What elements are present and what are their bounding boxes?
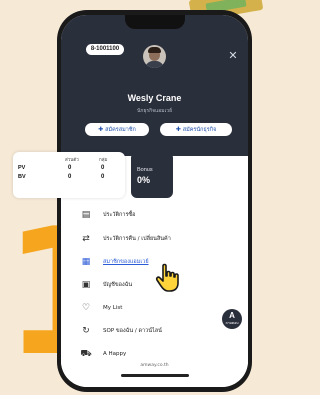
stat-pv-group: 0 <box>101 165 105 171</box>
bonus-value: 0% <box>137 175 151 185</box>
bonus-label: Bonus <box>137 167 153 173</box>
stat-header-group: กลุ่ม <box>99 158 108 163</box>
avatar[interactable] <box>143 45 166 68</box>
list-icon: ♡ <box>81 303 91 313</box>
help-chat-label: ถามตอบ <box>225 321 239 325</box>
account-icon: ▣ <box>81 280 91 290</box>
register-business-button[interactable]: ✚ สมัครนักธุรกิจ <box>160 123 232 136</box>
close-icon[interactable]: ✕ <box>227 50 239 62</box>
stats-card: ส่วนตัว กลุ่ม PV 0 0 BV 0 0 <box>13 152 125 198</box>
stat-pv-personal: 0 <box>68 165 72 171</box>
hand-pointer-icon <box>155 263 179 292</box>
person-add-icon: ✚ <box>98 126 104 133</box>
menu-item-sop[interactable]: ↻ SOP ของฉัน / ดาวน์ไลน์ <box>80 323 230 339</box>
sop-icon: ↻ <box>82 326 90 336</box>
menu-item-return-history[interactable]: ⇄ ประวัติการคืน / เปลี่ยนสินค้า <box>80 231 230 247</box>
exchange-icon: ⇄ <box>82 234 90 244</box>
menu-item-my-list[interactable]: ♡ My List <box>80 300 230 316</box>
menu-item-purchase-history[interactable]: ▤ ประวัติการซื้อ <box>80 207 230 223</box>
member-code-badge: 8-1001100 <box>86 44 124 55</box>
help-chat-button[interactable]: A <box>222 309 242 329</box>
footer-url: amway.co.th <box>140 363 169 368</box>
stat-label-pv: PV <box>18 165 26 171</box>
user-name: Wesly Crane <box>127 93 182 103</box>
phone-notch <box>125 15 185 29</box>
user-role: นักธุรกิจแอมเวย์ <box>136 108 173 114</box>
stat-bv-group: 0 <box>101 174 105 180</box>
members-icon: ▦ <box>81 257 91 267</box>
stat-bv-personal: 0 <box>68 174 72 180</box>
menu-item-a-happy[interactable]: ⛟ A Happy <box>80 346 230 362</box>
bonus-card: Bonus 0% <box>131 152 173 198</box>
receipt-icon: ▤ <box>81 210 91 220</box>
cart-icon: ⛟ <box>80 349 92 359</box>
person-add-icon: ✚ <box>175 126 181 133</box>
home-indicator <box>121 374 189 377</box>
stat-header-personal: ส่วนตัว <box>65 158 79 163</box>
stat-label-bv: BV <box>18 174 26 180</box>
register-member-button[interactable]: ✚ สมัครสมาชิก <box>85 123 149 136</box>
